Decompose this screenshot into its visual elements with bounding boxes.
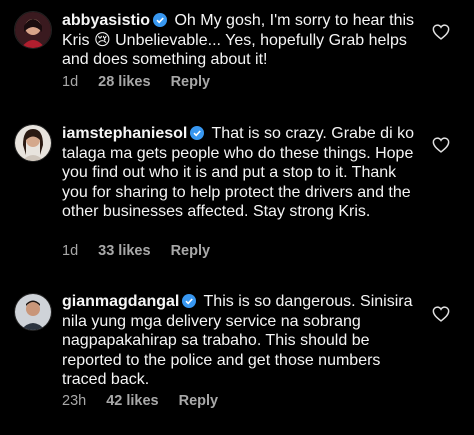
comment-body: gianmagdangal This is so dangerous. Sini… bbox=[62, 292, 422, 390]
verified-badge-icon bbox=[153, 13, 168, 27]
reply-button[interactable]: Reply bbox=[179, 393, 219, 409]
comment-username[interactable]: iamstephaniesol bbox=[62, 125, 187, 142]
comment-body: abbyasistio Oh My gosh, I'm sorry to hea… bbox=[62, 11, 422, 70]
comment-meta: 1d 28 likes Reply bbox=[62, 74, 210, 90]
heart-outline-icon[interactable] bbox=[432, 137, 450, 153]
verified-badge-icon bbox=[182, 294, 197, 308]
comment-likes[interactable]: 42 likes bbox=[106, 393, 158, 409]
reply-button[interactable]: Reply bbox=[171, 243, 211, 259]
comment-body: iamstephaniesol That is so crazy. Grabe … bbox=[62, 124, 422, 222]
avatar[interactable] bbox=[14, 124, 52, 162]
comment-username[interactable]: abbyasistio bbox=[62, 12, 150, 29]
comment-meta: 1d 33 likes Reply bbox=[62, 243, 210, 259]
verified-badge-icon bbox=[190, 126, 205, 140]
avatar[interactable] bbox=[14, 293, 52, 331]
comment-meta: 23h 42 likes Reply bbox=[62, 393, 218, 409]
comment-likes[interactable]: 28 likes bbox=[98, 74, 150, 90]
comment-time: 1d bbox=[62, 243, 79, 259]
comment-username[interactable]: gianmagdangal bbox=[62, 293, 179, 310]
avatar-image bbox=[15, 125, 51, 161]
avatar[interactable] bbox=[14, 11, 52, 49]
comment-likes[interactable]: 33 likes bbox=[98, 243, 150, 259]
avatar-image bbox=[15, 294, 51, 330]
comment-time: 1d bbox=[62, 74, 79, 90]
reply-button[interactable]: Reply bbox=[171, 74, 211, 90]
heart-outline-icon[interactable] bbox=[432, 24, 450, 40]
avatar-image bbox=[15, 12, 51, 48]
heart-outline-icon[interactable] bbox=[432, 306, 450, 322]
comment-time: 23h bbox=[62, 393, 87, 409]
